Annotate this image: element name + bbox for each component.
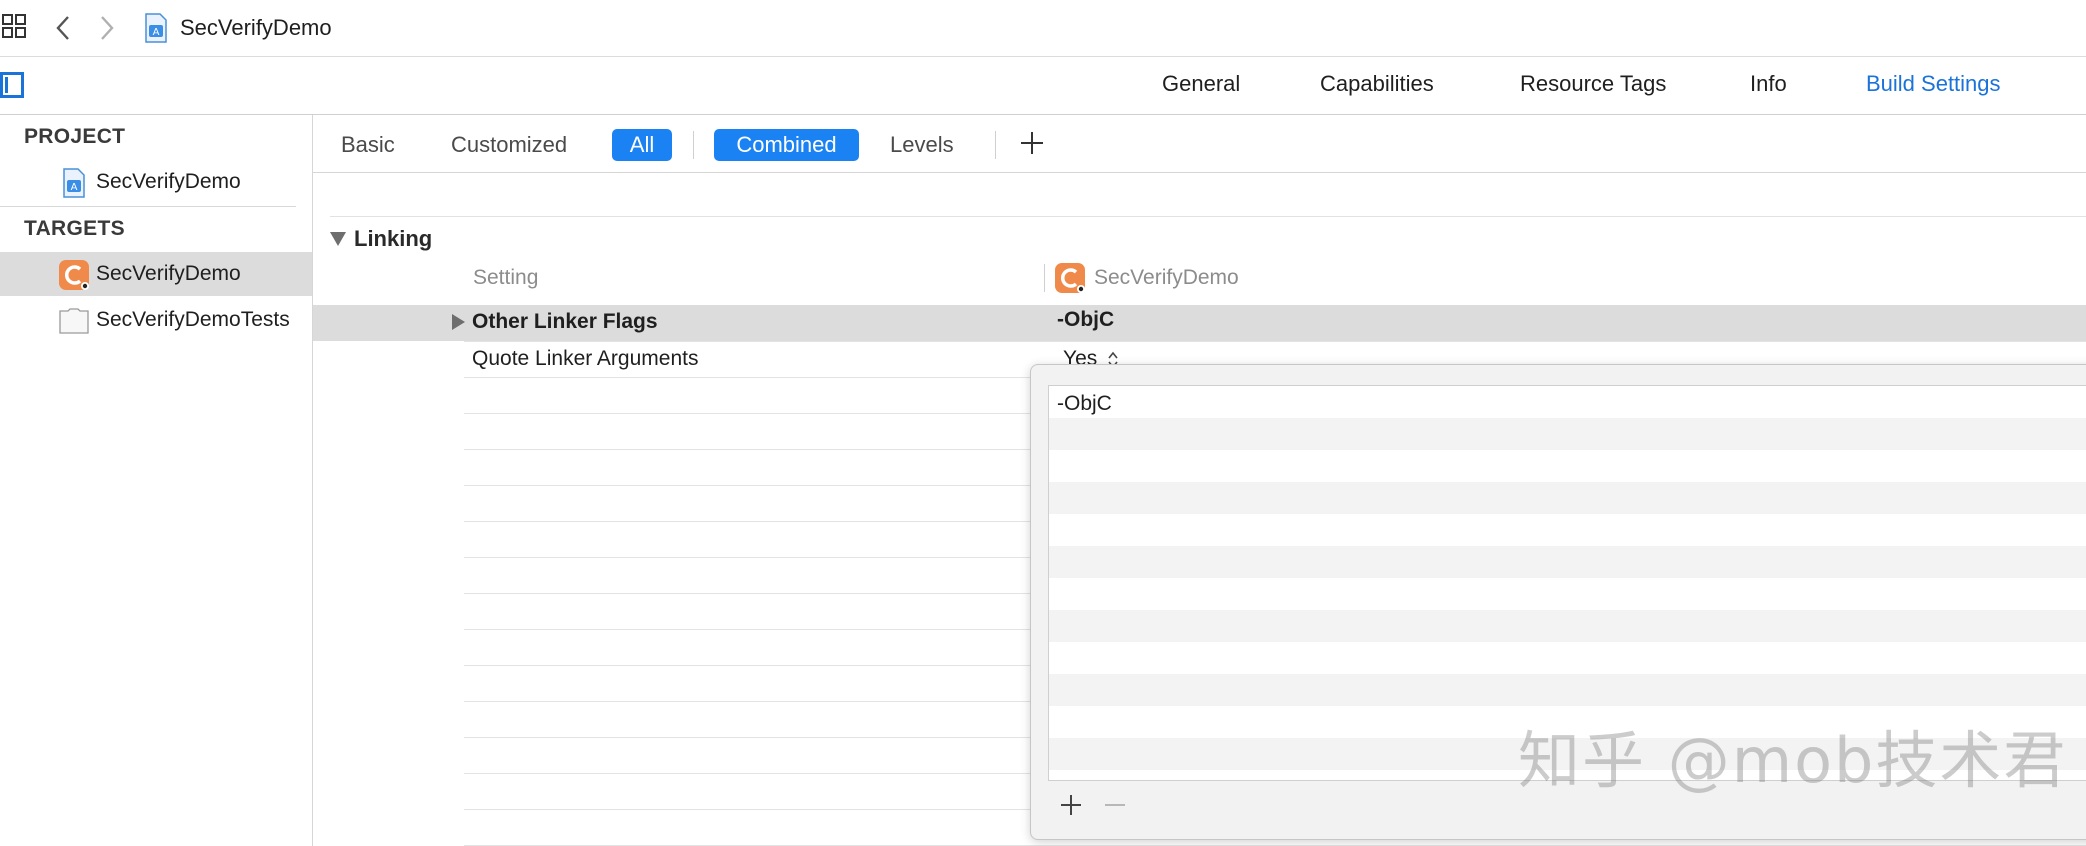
navigator-toggle-icon[interactable] <box>0 72 24 98</box>
disclosure-triangle-collapsed-icon[interactable] <box>452 314 465 330</box>
filter-divider <box>995 131 996 159</box>
sidebar-item-project[interactable]: A SecVerifyDemo <box>0 160 312 204</box>
project-file-icon: A <box>63 168 85 198</box>
targets-section-header: TARGETS <box>24 217 125 240</box>
list-stripe <box>1049 418 2086 450</box>
project-navigator-sidebar: PROJECT A SecVerifyDemo TARGETS SecVerif… <box>0 115 313 846</box>
filter-divider <box>693 131 694 159</box>
section-title[interactable]: Linking <box>354 226 432 252</box>
build-settings-filter-bar: Basic Customized All Combined Levels <box>313 115 2086 173</box>
top-bar: A SecVerifyDemo <box>0 0 2086 57</box>
list-stripe <box>1049 610 2086 642</box>
tab-info[interactable]: Info <box>1750 69 1787 99</box>
tab-resource-tags[interactable]: Resource Tags <box>1520 69 1666 99</box>
add-setting-plus-icon[interactable] <box>1018 129 1046 157</box>
column-header-setting: Setting <box>473 266 539 289</box>
svg-text:A: A <box>71 182 78 193</box>
filter-all-button[interactable]: All <box>612 129 672 161</box>
filter-levels-button[interactable]: Levels <box>890 129 954 161</box>
project-section-header: PROJECT <box>24 125 126 148</box>
sidebar-item-target-app[interactable]: SecVerifyDemo <box>0 252 312 296</box>
setting-name: Quote Linker Arguments <box>472 347 699 370</box>
column-header-target: SecVerifyDemo <box>1094 266 1239 289</box>
watermark-text: 知乎 @mob技术君 <box>1518 724 2068 797</box>
remove-value-minus-icon[interactable] <box>1103 793 1127 817</box>
breadcrumb-title[interactable]: SecVerifyDemo <box>180 14 332 42</box>
tab-capabilities[interactable]: Capabilities <box>1320 69 1434 99</box>
filter-basic-button[interactable]: Basic <box>341 129 395 161</box>
setting-name: Other Linker Flags <box>472 310 658 333</box>
value-list[interactable]: -ObjC <box>1048 385 2086 781</box>
disclosure-triangle-expanded-icon[interactable] <box>330 232 346 246</box>
back-chevron-icon[interactable] <box>52 14 74 42</box>
add-value-plus-icon[interactable] <box>1059 793 1083 817</box>
sidebar-divider <box>0 206 296 207</box>
section-top-divider <box>330 216 2086 217</box>
filter-combined-button[interactable]: Combined <box>714 129 859 161</box>
list-stripe <box>1049 482 2086 514</box>
test-bundle-icon <box>59 308 89 334</box>
forward-chevron-icon[interactable] <box>96 14 118 42</box>
setting-value[interactable]: -ObjC <box>1057 308 1114 332</box>
app-target-icon <box>1055 263 1085 293</box>
sidebar-item-label: SecVerifyDemoTests <box>96 308 290 331</box>
related-items-grid-icon[interactable] <box>2 14 28 40</box>
sidebar-item-label: SecVerifyDemo <box>96 170 241 193</box>
filter-customized-button[interactable]: Customized <box>451 129 567 161</box>
list-stripe <box>1049 546 2086 578</box>
svg-text:A: A <box>153 27 160 38</box>
sidebar-item-label: SecVerifyDemo <box>96 262 241 285</box>
project-tab-bar: General Capabilities Resource Tags Info … <box>0 57 2086 115</box>
row-divider <box>464 341 2086 342</box>
tab-build-settings[interactable]: Build Settings <box>1866 69 2001 99</box>
app-target-icon <box>59 260 89 290</box>
list-item[interactable]: -ObjC <box>1057 392 1112 416</box>
tab-general[interactable]: General <box>1162 69 1240 99</box>
list-stripe <box>1049 674 2086 706</box>
sidebar-item-target-tests[interactable]: SecVerifyDemoTests <box>0 298 312 342</box>
project-file-icon: A <box>145 13 167 43</box>
column-divider[interactable] <box>1044 264 1045 292</box>
